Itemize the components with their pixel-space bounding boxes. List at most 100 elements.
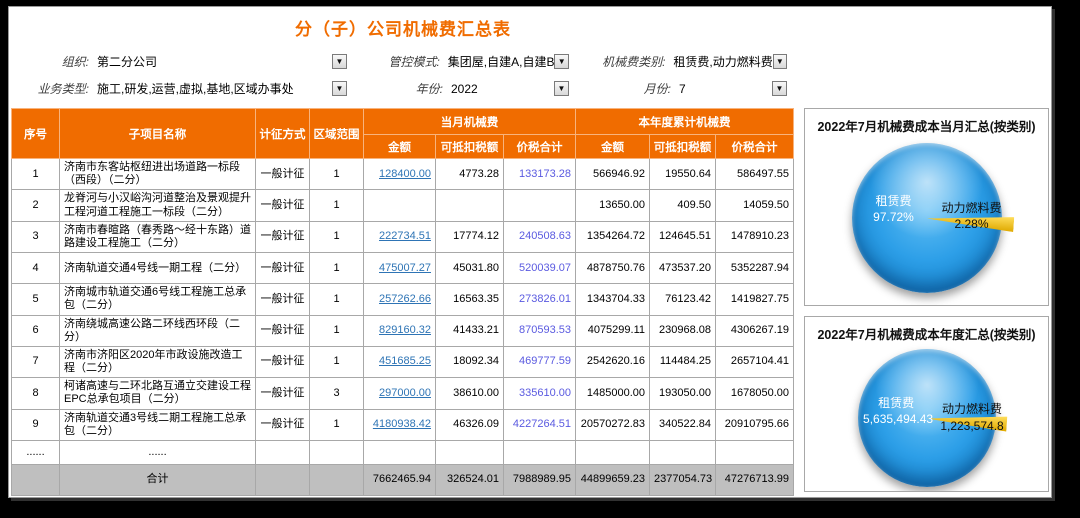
- pie-chart-month[interactable]: 租赁费 97.72% 动力燃料费 2.28%: [852, 143, 1002, 293]
- cell-no: 5: [12, 284, 60, 315]
- cell-y_amount: [576, 441, 650, 465]
- cell-m_tax: 18092.34: [436, 346, 504, 377]
- cell-region: [310, 441, 364, 465]
- cell-y_total: 4306267.19: [716, 315, 794, 346]
- slice-label: 动力燃料费: [940, 401, 1003, 417]
- filter-business-type: 业务类型: 施工,研发,运营,虚拟,基地,区域办事处 ▼: [11, 75, 353, 102]
- dropdown-button[interactable]: ▼: [772, 81, 787, 96]
- cell-m_total: [504, 441, 576, 465]
- chart-title: 2022年7月机械费成本当月汇总(按类别): [805, 109, 1048, 135]
- cell-m_amount[interactable]: 128400.00: [364, 159, 436, 190]
- cell-m_total: 520039.07: [504, 253, 576, 284]
- cell-m_total: 335610.00: [504, 378, 576, 409]
- cell-y_tax: 409.50: [650, 190, 716, 221]
- header-method: 计征方式: [256, 109, 310, 159]
- cell-name: 济南城市轨道交通6号线工程施工总承包（二分）: [60, 284, 256, 315]
- cell-name: 济南轨道交通4号线一期工程（二分）: [60, 253, 256, 284]
- cell-m_total: 273826.01: [504, 284, 576, 315]
- header-year-tax: 可抵扣税额: [650, 135, 716, 159]
- cell-m_tax: 16563.35: [436, 284, 504, 315]
- cell-m_tax: 326524.01: [436, 465, 504, 496]
- cell-method: [256, 465, 310, 496]
- cell-no: 9: [12, 409, 60, 440]
- pie-wrap: 租赁费 5,635,494.43 动力燃料费 1,223,574.8: [805, 343, 1048, 487]
- chevron-down-icon: ▼: [336, 57, 344, 66]
- cell-m_tax: [436, 441, 504, 465]
- cell-m_amount[interactable]: 222734.51: [364, 221, 436, 252]
- pie-wrap: 租赁费 97.72% 动力燃料费 2.28%: [805, 135, 1048, 293]
- cell-y_total: 47276713.99: [716, 465, 794, 496]
- cell-name: 济南市东客站枢纽进出场道路一标段（西段）（二分）: [60, 159, 256, 190]
- cell-m_amount: 7662465.94: [364, 465, 436, 496]
- filter-value: 第二分公司: [97, 53, 157, 70]
- cell-y_tax: 340522.84: [650, 409, 716, 440]
- cell-region: 1: [310, 221, 364, 252]
- cell-m_amount[interactable]: 4180938.42: [364, 409, 436, 440]
- header-year-group: 本年度累计机械费: [576, 109, 794, 135]
- filter-label: 月份:: [575, 80, 671, 97]
- cell-m_total: 133173.28: [504, 159, 576, 190]
- chevron-down-icon: ▼: [558, 84, 566, 93]
- cell-m_amount[interactable]: 451685.25: [364, 346, 436, 377]
- dropdown-button[interactable]: ▼: [332, 54, 347, 69]
- cell-y_tax: [650, 441, 716, 465]
- dropdown-button[interactable]: ▼: [332, 81, 347, 96]
- charts-panel: 2022年7月机械费成本当月汇总(按类别) 租赁费 97.72% 动力燃料费 2…: [804, 108, 1049, 496]
- filter-organization: 组织: 第二分公司 ▼: [11, 48, 353, 75]
- header-month-tax: 可抵扣税额: [436, 135, 504, 159]
- cell-m_amount[interactable]: 829160.32: [364, 315, 436, 346]
- cell-y_tax: 193050.00: [650, 378, 716, 409]
- cell-name: ......: [60, 441, 256, 465]
- cell-y_total: 14059.50: [716, 190, 794, 221]
- cell-m_amount[interactable]: 297000.00: [364, 378, 436, 409]
- cell-method: 一般计征: [256, 284, 310, 315]
- dropdown-button[interactable]: ▼: [554, 81, 569, 96]
- filter-value: 施工,研发,运营,虚拟,基地,区域办事处: [97, 80, 294, 97]
- cell-region: 1: [310, 159, 364, 190]
- chevron-down-icon: ▼: [558, 57, 566, 66]
- cell-name: 济南市春暄路（春秀路～经十东路）道路建设工程施工（二分）: [60, 221, 256, 252]
- cell-y_amount: 20570272.83: [576, 409, 650, 440]
- cell-y_amount: 4075299.11: [576, 315, 650, 346]
- cell-m_total: 870593.53: [504, 315, 576, 346]
- filter-label: 业务类型:: [11, 80, 89, 97]
- cell-y_amount: 44899659.23: [576, 465, 650, 496]
- table-row: 7济南市济阳区2020年市政设施改造工程（二分）一般计征1451685.2518…: [12, 346, 794, 377]
- table-body: 1济南市东客站枢纽进出场道路一标段（西段）（二分）一般计征1128400.004…: [12, 159, 794, 496]
- chevron-down-icon: ▼: [776, 57, 784, 66]
- table-row: 1济南市东客站枢纽进出场道路一标段（西段）（二分）一般计征1128400.004…: [12, 159, 794, 190]
- cell-m_amount[interactable]: 257262.66: [364, 284, 436, 315]
- pie-label-fuel: 动力燃料费 2.28%: [942, 200, 1002, 232]
- filter-control-mode: 管控模式: 集团屋,自建A,自建B ▼: [353, 48, 575, 75]
- cell-no: 1: [12, 159, 60, 190]
- filter-month: 月份: 7 ▼: [575, 75, 793, 102]
- cell-method: 一般计征: [256, 159, 310, 190]
- table-row: 6济南绕城高速公路二环线西环段（二分）一般计征1829160.3241433.2…: [12, 315, 794, 346]
- table-row: 4济南轨道交通4号线一期工程（二分）一般计征1475007.2745031.80…: [12, 253, 794, 284]
- cell-no: 7: [12, 346, 60, 377]
- filter-label: 年份:: [353, 80, 443, 97]
- cell-m_total: 240508.63: [504, 221, 576, 252]
- dropdown-button[interactable]: ▼: [773, 54, 787, 69]
- report-page: 分（子）公司机械费汇总表 组织: 第二分公司 ▼ 管控模式: 集团屋,自建A,自…: [8, 6, 1052, 498]
- pie-label-rental: 租赁费 5,635,494.43: [863, 395, 929, 427]
- cell-m_total: 469777.59: [504, 346, 576, 377]
- cell-m_amount[interactable]: 475007.27: [364, 253, 436, 284]
- cell-region: 1: [310, 315, 364, 346]
- cell-method: 一般计征: [256, 253, 310, 284]
- cell-y_amount: 1354264.72: [576, 221, 650, 252]
- cell-y_total: [716, 441, 794, 465]
- cell-method: 一般计征: [256, 190, 310, 221]
- slice-label: 租赁费: [858, 193, 930, 209]
- cell-method: 一般计征: [256, 315, 310, 346]
- pie-chart-year[interactable]: 租赁费 5,635,494.43 动力燃料费 1,223,574.8: [858, 349, 996, 487]
- cell-y_tax: 230968.08: [650, 315, 716, 346]
- cell-m_tax: 41433.21: [436, 315, 504, 346]
- header-no: 序号: [12, 109, 60, 159]
- cell-m_amount: [364, 190, 436, 221]
- cell-region: 1: [310, 346, 364, 377]
- filter-value: 租赁费,动力燃料费: [673, 53, 772, 70]
- cell-name: 济南轨道交通3号线二期工程施工总承包（二分）: [60, 409, 256, 440]
- chart-card-month: 2022年7月机械费成本当月汇总(按类别) 租赁费 97.72% 动力燃料费 2…: [804, 108, 1049, 306]
- dropdown-button[interactable]: ▼: [554, 54, 569, 69]
